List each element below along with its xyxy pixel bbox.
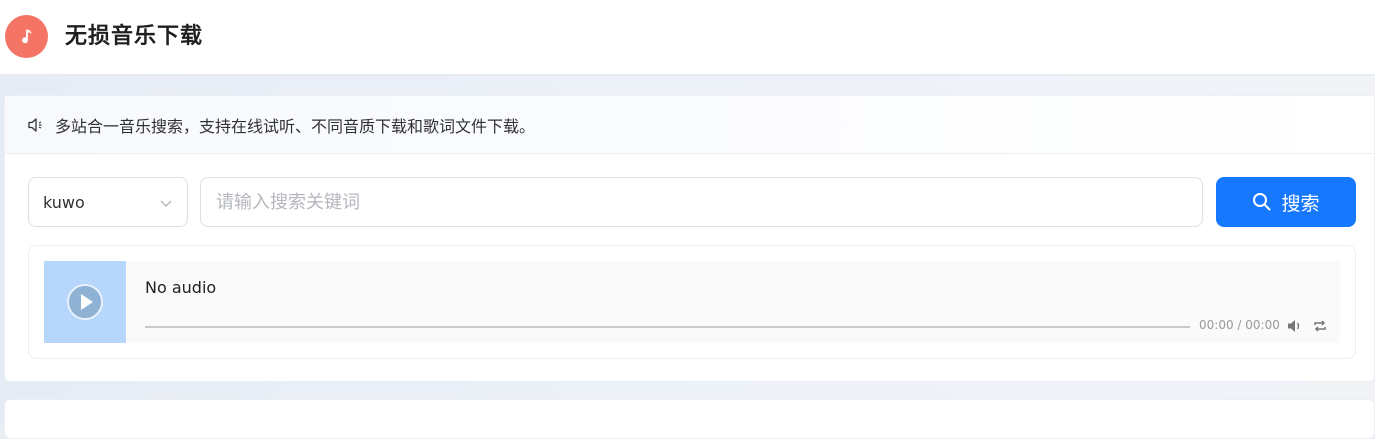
progress-bar[interactable] xyxy=(145,326,1190,328)
search-card: 多站合一音乐搜索，支持在线试听、不同音质下载和歌词文件下载。 kuwo 搜索 xyxy=(4,95,1375,382)
audio-player-container: No audio 00:00 / 00:00 xyxy=(28,245,1356,359)
source-select[interactable]: kuwo xyxy=(28,177,188,227)
notice-text: 多站合一音乐搜索，支持在线试听、不同音质下载和歌词文件下载。 xyxy=(55,116,536,136)
chevron-down-icon xyxy=(159,195,173,209)
notice-bar: 多站合一音乐搜索，支持在线试听、不同音质下载和歌词文件下载。 xyxy=(5,96,1374,154)
music-note-icon xyxy=(5,15,48,58)
speaker-icon xyxy=(27,116,45,134)
source-select-value: kuwo xyxy=(43,192,85,212)
loop-icon[interactable] xyxy=(1312,318,1328,334)
app-title: 无损音乐下载 xyxy=(65,24,204,49)
audio-player: No audio 00:00 / 00:00 xyxy=(44,261,1340,343)
track-title: No audio xyxy=(145,278,217,297)
search-button-label: 搜索 xyxy=(1281,192,1320,215)
search-icon xyxy=(1252,192,1272,212)
play-icon[interactable] xyxy=(66,283,104,321)
time-display: 00:00 / 00:00 xyxy=(1199,318,1280,332)
search-input[interactable] xyxy=(200,177,1203,227)
results-card xyxy=(4,399,1375,439)
search-button[interactable]: 搜索 xyxy=(1216,177,1356,227)
volume-icon[interactable] xyxy=(1287,318,1303,334)
album-cover[interactable] xyxy=(44,261,126,343)
app-header: 无损音乐下载 xyxy=(0,0,1375,75)
